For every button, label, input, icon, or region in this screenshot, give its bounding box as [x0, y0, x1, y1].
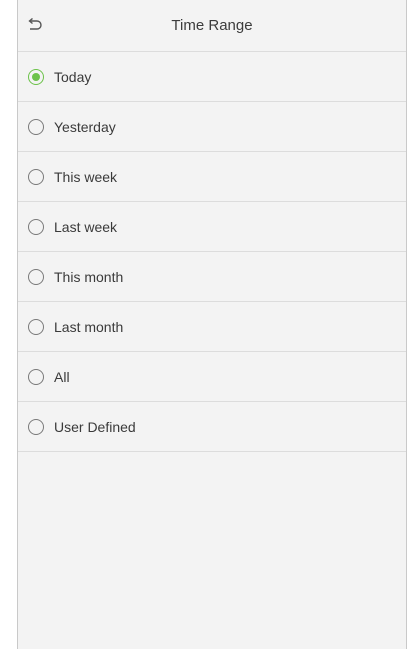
option-last-week[interactable]: Last week	[18, 202, 406, 252]
option-this-week[interactable]: This week	[18, 152, 406, 202]
radio-button[interactable]	[28, 418, 44, 435]
radio-button[interactable]	[28, 368, 44, 385]
option-label: All	[54, 368, 70, 385]
header-bar: Time Range	[18, 0, 406, 52]
option-label: Last month	[54, 318, 124, 335]
option-label: Today	[54, 68, 92, 85]
page-title: Time Range	[171, 17, 253, 34]
option-this-month[interactable]: This month	[18, 252, 406, 302]
option-yesterday[interactable]: Yesterday	[18, 102, 406, 152]
time-range-options: Today Yesterday This week Last week This…	[18, 52, 406, 452]
radio-button[interactable]	[28, 118, 44, 135]
radio-button[interactable]	[28, 68, 44, 85]
option-label: Yesterday	[54, 118, 116, 135]
option-label: This week	[54, 168, 118, 185]
option-label: This month	[54, 268, 124, 285]
back-button[interactable]	[24, 14, 46, 36]
undo-arrow-icon	[28, 18, 42, 30]
option-last-month[interactable]: Last month	[18, 302, 406, 352]
option-today[interactable]: Today	[18, 52, 406, 102]
radio-button[interactable]	[28, 168, 44, 185]
radio-button[interactable]	[28, 268, 44, 285]
radio-button[interactable]	[28, 318, 44, 335]
option-label: Last week	[54, 218, 118, 235]
radio-button[interactable]	[28, 218, 44, 235]
option-label: User Defined	[54, 418, 136, 435]
option-all[interactable]: All	[18, 352, 406, 402]
radio-dot	[32, 72, 40, 81]
option-user-defined[interactable]: User Defined	[18, 402, 406, 452]
time-range-screen: Time Range Today Yesterday This week Las…	[17, 0, 407, 649]
